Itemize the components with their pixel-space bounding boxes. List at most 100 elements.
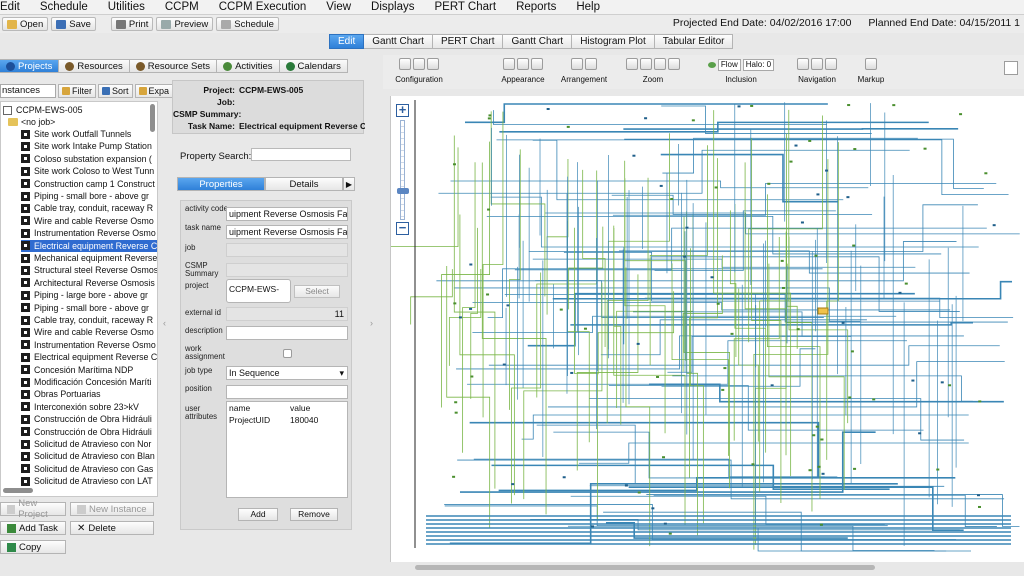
project-tree[interactable]: CCPM-EWS-005 <no job> Site work Outfall …: [0, 101, 158, 497]
position-field[interactable]: [226, 385, 348, 399]
tree-task-item[interactable]: Coloso substation expansion (: [21, 153, 157, 165]
tab-details[interactable]: Details: [265, 177, 343, 191]
filter-button[interactable]: Filter: [58, 83, 96, 98]
tab-pert-chart[interactable]: PERT Chart: [432, 34, 504, 49]
network-node[interactable]: [825, 169, 829, 172]
network-node[interactable]: [808, 139, 812, 142]
network-node[interactable]: [487, 117, 491, 120]
tree-task-item[interactable]: Construcción de Obra Hidráuli: [21, 413, 157, 425]
network-node[interactable]: [562, 476, 566, 479]
network-node[interactable]: [685, 226, 689, 229]
network-node[interactable]: [872, 398, 876, 401]
tree-task-item[interactable]: Piping - large bore - above gr: [21, 289, 157, 301]
zoom-slider-track[interactable]: [400, 120, 405, 220]
network-node[interactable]: [846, 196, 850, 199]
config-layout-icon[interactable]: [413, 58, 425, 70]
network-node[interactable]: [546, 108, 550, 111]
network-node[interactable]: [663, 522, 667, 525]
network-node[interactable]: [848, 396, 852, 399]
activity-code-field[interactable]: uipment Reverse Osmosis Fa: [226, 207, 348, 221]
network-node[interactable]: [898, 291, 902, 294]
nav-star-icon[interactable]: [825, 58, 837, 70]
network-node[interactable]: [469, 263, 473, 266]
network-node[interactable]: [948, 384, 952, 387]
panel-toggle-button[interactable]: [1004, 61, 1018, 75]
network-node[interactable]: [959, 113, 963, 116]
work-assignment-checkbox[interactable]: [283, 349, 292, 358]
new-instance-button[interactable]: New Instance: [70, 502, 154, 516]
network-node[interactable]: [808, 469, 812, 472]
ua-name-cell[interactable]: ProjectUID: [229, 415, 270, 425]
menu-pert-chart[interactable]: PERT Chart: [424, 1, 506, 13]
tree-task-item[interactable]: Mechanical equipment Reverse: [21, 252, 157, 264]
tab-properties[interactable]: Properties: [177, 177, 265, 191]
network-node[interactable]: [780, 259, 784, 262]
project-field[interactable]: CCPM-EWS-: [226, 279, 291, 303]
network-node[interactable]: [730, 332, 734, 335]
network-node[interactable]: [656, 375, 660, 378]
network-node[interactable]: [770, 384, 774, 387]
select-project-button[interactable]: Select: [294, 285, 340, 298]
network-node[interactable]: [841, 321, 845, 324]
network-node[interactable]: [911, 379, 915, 382]
tree-task-item[interactable]: Cable tray, conduit, raceway R: [21, 202, 157, 214]
network-node[interactable]: [659, 184, 663, 187]
network-node[interactable]: [751, 463, 755, 466]
tab-calendars[interactable]: Calendars: [279, 59, 348, 73]
tree-horizontal-scrollbar[interactable]: [3, 488, 33, 493]
network-node[interactable]: [469, 307, 473, 310]
tree-task-item[interactable]: Site work Intake Pump Station: [21, 140, 157, 152]
zoom-slider-thumb[interactable]: [397, 188, 409, 194]
network-node[interactable]: [559, 308, 563, 311]
tab-tabular-editor[interactable]: Tabular Editor: [654, 34, 734, 49]
left-splitter-handle[interactable]: ‹: [163, 318, 166, 328]
network-node[interactable]: [978, 505, 982, 508]
instances-dropdown[interactable]: nstances: [0, 83, 56, 98]
network-node[interactable]: [820, 438, 824, 441]
network-node[interactable]: [710, 276, 714, 279]
tree-root[interactable]: CCPM-EWS-005: [3, 104, 153, 116]
tree-task-item[interactable]: Concesión Marítima NDP: [21, 364, 157, 376]
menu-utilities[interactable]: Utilities: [98, 1, 155, 13]
tree-task-item[interactable]: Construcción de Obra Hidráuli: [21, 426, 157, 438]
open-button[interactable]: Open: [2, 17, 49, 31]
tree-task-item[interactable]: Solicitud de Atravieso con Gas: [21, 463, 157, 475]
network-node[interactable]: [486, 293, 490, 296]
zoom-minus-button[interactable]: −: [396, 221, 409, 235]
nav-pan-icon[interactable]: [797, 58, 809, 70]
zoom-fit-icon[interactable]: [626, 58, 638, 70]
network-node[interactable]: [923, 147, 927, 150]
markup-icon[interactable]: [865, 58, 877, 70]
network-node[interactable]: [816, 193, 820, 196]
appearance-grid-icon[interactable]: [503, 58, 515, 70]
network-node[interactable]: [487, 208, 491, 211]
network-node[interactable]: [814, 254, 818, 257]
new-project-button[interactable]: New Project: [0, 498, 66, 520]
menu-reports[interactable]: Reports: [506, 1, 566, 13]
tree-task-item[interactable]: Modificación Concesión Maríti: [21, 376, 157, 388]
config-gear-icon[interactable]: [399, 58, 411, 70]
tab-projects[interactable]: Projects: [0, 59, 60, 73]
tree-task-item[interactable]: Electrical equipment Reverse C: [21, 239, 157, 252]
menu-ccpm-execution[interactable]: CCPM Execution: [209, 1, 317, 13]
network-node[interactable]: [904, 282, 908, 285]
network-node[interactable]: [502, 363, 506, 366]
network-node[interactable]: [511, 483, 515, 486]
menu-displays[interactable]: Displays: [361, 1, 424, 13]
network-node[interactable]: [488, 114, 492, 117]
tree-nojob[interactable]: <no job>: [8, 116, 157, 128]
tab-edit[interactable]: Edit: [329, 34, 365, 49]
network-node[interactable]: [452, 475, 456, 478]
network-node[interactable]: [821, 472, 825, 475]
network-node[interactable]: [918, 432, 922, 435]
menu-help[interactable]: Help: [566, 1, 610, 13]
add-attribute-button[interactable]: Add: [238, 508, 278, 521]
menu-edit[interactable]: Edit: [0, 1, 30, 13]
network-node[interactable]: [458, 316, 462, 319]
network-node[interactable]: [683, 255, 687, 258]
network-node[interactable]: [454, 401, 458, 404]
network-node[interactable]: [976, 494, 980, 497]
network-node[interactable]: [819, 523, 823, 526]
tree-task-item[interactable]: Solicitud de Atravieso con LAT: [21, 475, 157, 487]
network-node[interactable]: [847, 104, 851, 107]
